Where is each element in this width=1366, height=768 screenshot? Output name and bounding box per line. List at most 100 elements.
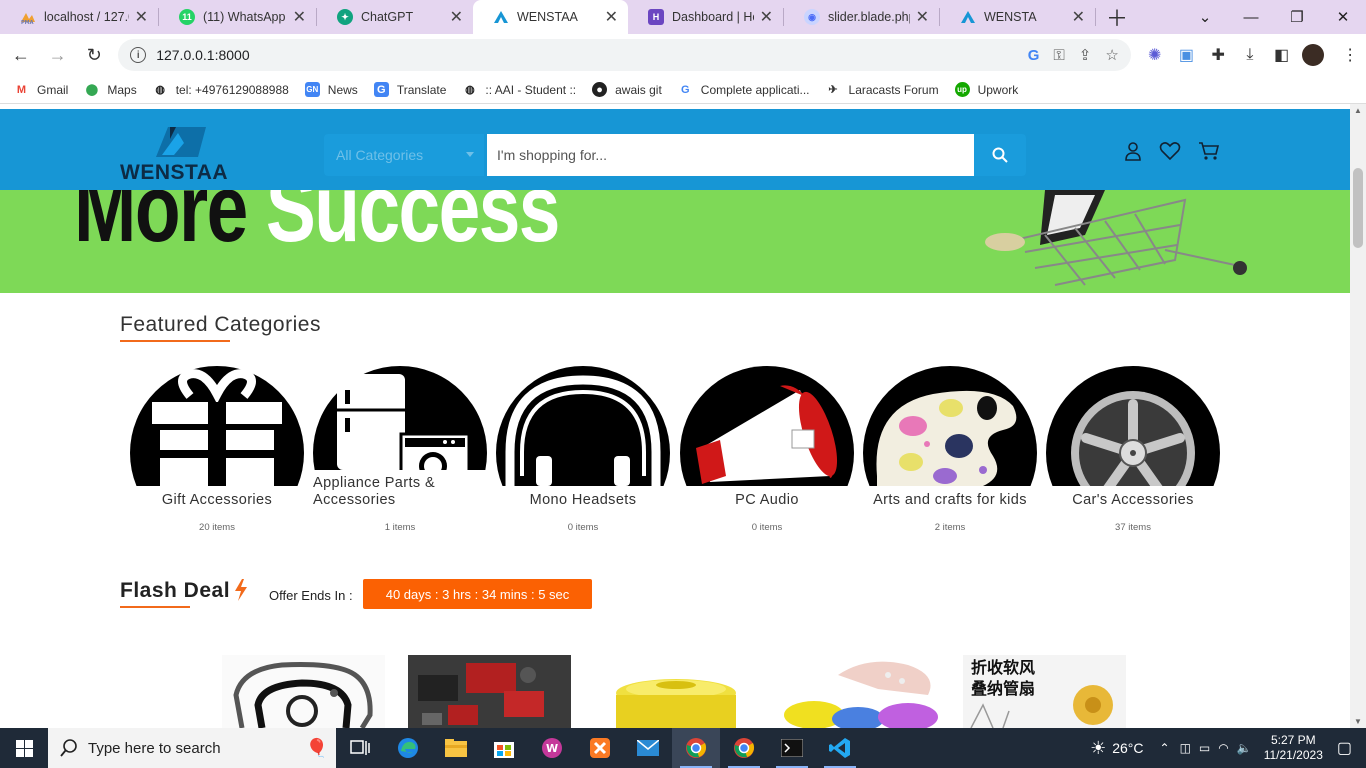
battery-icon[interactable]: ▭ <box>1199 741 1210 755</box>
windows-start-icon[interactable] <box>0 728 48 768</box>
mail-icon[interactable] <box>624 728 672 768</box>
bookmark-laracasts[interactable]: ✈ Laracasts Forum <box>826 82 939 97</box>
close-tab-icon[interactable]: ✕ <box>450 7 463 27</box>
bookmark-star-icon[interactable]: ☆ <box>1105 46 1118 64</box>
extension-icon[interactable]: ✺ <box>1139 39 1171 71</box>
edge-icon[interactable] <box>384 728 432 768</box>
volume-icon[interactable]: 🔈 <box>1237 741 1252 755</box>
notifications-icon[interactable]: ▢ <box>1337 738 1352 758</box>
forward-icon[interactable]: → <box>42 39 74 71</box>
cart-icon[interactable] <box>1197 139 1221 163</box>
profile-avatar[interactable] <box>1302 44 1325 66</box>
search-input[interactable] <box>487 134 974 176</box>
close-tab-icon[interactable]: ✕ <box>135 7 148 27</box>
temperature[interactable]: 26°C <box>1112 740 1143 756</box>
meet-now-icon[interactable]: ◫ <box>1180 741 1191 755</box>
category-count: 37 items <box>1115 522 1151 533</box>
page-scrollbar[interactable]: ▲ ▼ <box>1350 104 1366 728</box>
reload-icon[interactable]: ↻ <box>78 39 110 71</box>
scrollbar-thumb[interactable] <box>1353 168 1363 248</box>
product-card[interactable] <box>408 655 571 728</box>
user-icon[interactable] <box>1121 139 1145 163</box>
svg-text:W: W <box>546 742 558 755</box>
scroll-down-icon[interactable]: ▼ <box>1350 717 1366 726</box>
tab-search-icon[interactable]: ⌄ <box>1182 0 1228 34</box>
tab-strip: PMA localhost / 127.0 ✕ 11 (11) WhatsApp… <box>0 0 1366 34</box>
bookmark-github[interactable]: ● awais git <box>592 82 662 97</box>
close-window-icon[interactable]: ✕ <box>1320 0 1366 34</box>
clock[interactable]: 5:27 PM 11/21/2023 <box>1264 733 1323 763</box>
category-card-headsets[interactable]: Mono Headsets 0 items <box>496 366 670 536</box>
bookmark-label: Laracasts Forum <box>848 82 939 97</box>
share-icon[interactable]: ⇪ <box>1079 46 1092 64</box>
category-card-gift[interactable]: Gift Accessories 20 items <box>130 366 304 536</box>
side-panel-icon[interactable]: ◧ <box>1266 39 1298 71</box>
scroll-up-icon[interactable]: ▲ <box>1350 106 1366 115</box>
bookmark-maps[interactable]: ⬤ Maps <box>84 82 137 97</box>
search-button[interactable] <box>974 134 1026 176</box>
close-tab-icon[interactable]: ✕ <box>760 7 773 27</box>
close-tab-icon[interactable]: ✕ <box>1072 7 1085 27</box>
shopping-cart-illustration <box>985 190 1247 286</box>
taskbar-search[interactable]: Type here to search 🎈 <box>48 728 336 768</box>
category-card-appliance[interactable]: Appliance Parts & Accessories 1 items <box>313 366 487 536</box>
url-text[interactable]: 127.0.0.1:8000 <box>156 47 1013 63</box>
hero-banner[interactable]: More Success <box>0 190 1350 293</box>
chrome-icon[interactable] <box>720 728 768 768</box>
tab-wenstaa-active[interactable]: WENSTAA ✕ <box>473 0 628 34</box>
wps-office-icon[interactable]: W <box>528 728 576 768</box>
bookmark-upwork[interactable]: up Upwork <box>954 82 1018 97</box>
minimize-icon[interactable]: — <box>1228 0 1274 34</box>
new-tab-button[interactable]: ＋ <box>1096 0 1138 34</box>
product-card[interactable] <box>594 655 757 728</box>
puzzle-icon[interactable]: ✚ <box>1202 39 1234 71</box>
store-icon[interactable] <box>480 728 528 768</box>
address-bar[interactable]: i 127.0.0.1:8000 G ⚿ ⇪ ☆ <box>118 39 1131 71</box>
back-icon[interactable]: ← <box>5 39 37 71</box>
xampp-icon[interactable] <box>576 728 624 768</box>
product-card[interactable] <box>778 655 941 728</box>
download-icon[interactable]: ⤓ <box>1234 39 1266 71</box>
tab-whatsapp[interactable]: 11 (11) WhatsApp ✕ <box>159 0 316 34</box>
vscode-icon[interactable] <box>816 728 864 768</box>
bookmark-tel[interactable]: ◍ tel: +4976129088988 <box>153 82 288 97</box>
tab-chatgpt[interactable]: ✦ ChatGPT ✕ <box>317 0 473 34</box>
svg-text:PMA: PMA <box>21 20 34 25</box>
bookmark-news[interactable]: GN News <box>304 82 358 97</box>
close-tab-icon[interactable]: ✕ <box>293 7 306 27</box>
bookmark-aai[interactable]: ◍:: AAI - Student :: <box>462 82 576 97</box>
site-logo[interactable]: WENSTAA <box>120 125 232 184</box>
extension-icon[interactable]: ▣ <box>1171 39 1203 71</box>
tab-dashboard[interactable]: H Dashboard | Ho: ✕ <box>628 0 783 34</box>
tab-title: slider.blade.php <box>828 10 910 24</box>
bookmark-translate[interactable]: G Translate <box>373 82 446 97</box>
site-info-icon[interactable]: i <box>130 47 147 63</box>
google-icon[interactable]: G <box>1028 47 1040 64</box>
bookmark-gmail[interactable]: M Gmail <box>14 82 68 97</box>
key-icon[interactable]: ⚿ <box>1053 47 1064 64</box>
chevron-up-icon[interactable]: ⌃ <box>1160 741 1170 755</box>
product-card[interactable]: 折收软风 叠纳管扇 <box>963 655 1126 728</box>
category-card-car[interactable]: Car's Accessories 37 items <box>1046 366 1220 536</box>
category-card-arts[interactable]: Arts and crafts for kids 2 items <box>863 366 1037 536</box>
file-explorer-icon[interactable] <box>432 728 480 768</box>
terminal-icon[interactable] <box>768 728 816 768</box>
product-overlay-text: 折收软风 叠纳管扇 <box>971 658 1036 698</box>
close-tab-icon[interactable]: ✕ <box>605 7 618 27</box>
restore-icon[interactable]: ❐ <box>1274 0 1320 34</box>
tab-wensta[interactable]: WENSTA ✕ <box>940 0 1095 34</box>
google-icon: G <box>681 83 690 96</box>
window-controls: ⌄ — ❐ ✕ <box>1182 0 1366 34</box>
tab-phpmyadmin[interactable]: PMA localhost / 127.0 ✕ <box>0 0 158 34</box>
task-view-icon[interactable] <box>336 728 384 768</box>
category-select[interactable]: All Categories <box>324 134 484 176</box>
heart-icon[interactable] <box>1158 139 1182 163</box>
bookmark-complete[interactable]: G Complete applicati... <box>678 82 810 97</box>
tab-slider-blade[interactable]: ◉ slider.blade.php ✕ <box>784 0 939 34</box>
menu-icon[interactable]: ⋮ <box>1334 39 1366 71</box>
close-tab-icon[interactable]: ✕ <box>916 7 929 27</box>
chrome-icon[interactable] <box>672 728 720 768</box>
product-card[interactable] <box>222 655 385 728</box>
category-card-pc-audio[interactable]: PC Audio 0 items <box>680 366 854 536</box>
wifi-icon[interactable]: ◠ <box>1218 741 1228 755</box>
